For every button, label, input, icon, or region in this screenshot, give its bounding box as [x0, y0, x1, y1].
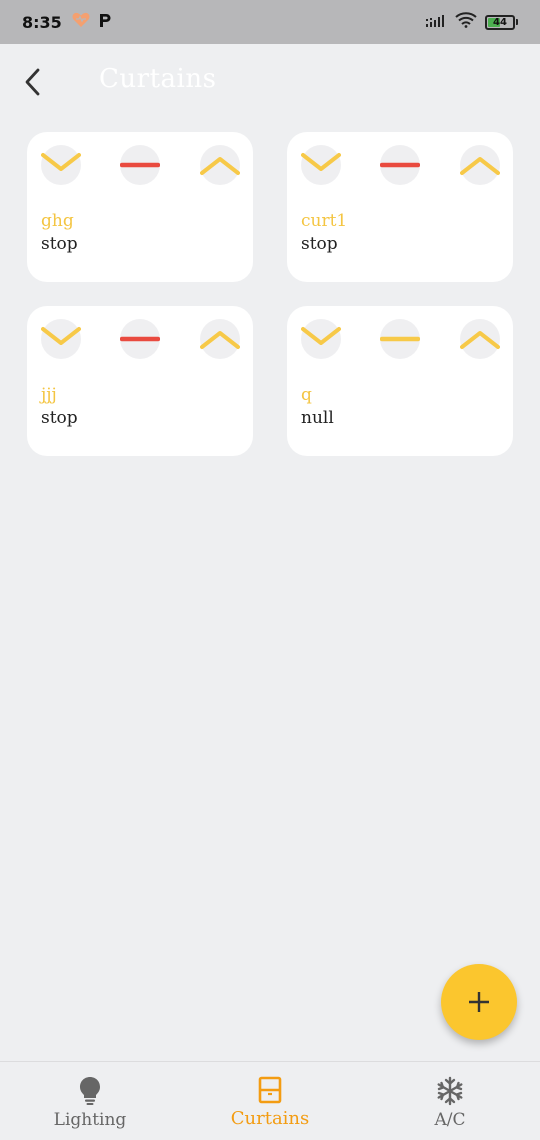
- nav-item-lighting[interactable]: Lighting: [0, 1062, 180, 1140]
- chevron-down-icon: [301, 327, 341, 345]
- curtain-name: ghg: [41, 211, 74, 231]
- page-title: Curtains: [99, 64, 217, 94]
- status-system-icons: 44: [425, 12, 518, 32]
- curtain-name: jjj: [41, 385, 57, 405]
- curtain-icon: [258, 1076, 282, 1108]
- curtain-stop-button[interactable]: [120, 319, 160, 359]
- curtain-up-button[interactable]: [200, 145, 240, 185]
- minus-icon: [120, 162, 160, 168]
- curtain-stop-button[interactable]: [380, 319, 420, 359]
- minus-icon: [380, 162, 420, 168]
- snowflake-icon: [435, 1076, 465, 1110]
- bulb-icon: [78, 1076, 102, 1110]
- curtain-down-button[interactable]: [301, 145, 341, 185]
- curtain-card: curt1 stop: [287, 132, 513, 282]
- chevron-down-icon: [41, 153, 81, 171]
- curtain-card: jjj stop: [27, 306, 253, 456]
- chevron-up-icon: [200, 331, 240, 349]
- chevron-up-icon: [460, 157, 500, 175]
- battery-icon: 44: [485, 14, 518, 30]
- status-bar: 8:35 44: [0, 0, 540, 44]
- plus-icon: [469, 992, 489, 1012]
- curtain-up-button[interactable]: [200, 319, 240, 359]
- minus-icon: [380, 336, 420, 342]
- back-arrow-icon: [25, 68, 40, 96]
- cellular-signal-icon: [425, 13, 447, 32]
- nav-item-curtains[interactable]: Curtains: [180, 1062, 360, 1140]
- status-time: 8:35: [22, 12, 62, 32]
- battery-level: 44: [493, 16, 507, 28]
- curtain-stop-button[interactable]: [120, 145, 160, 185]
- bottom-navigation: Lighting Curtains A/C: [0, 1061, 540, 1140]
- curtain-up-button[interactable]: [460, 319, 500, 359]
- nav-label-ac: A/C: [434, 1110, 466, 1130]
- wifi-icon: [455, 12, 477, 32]
- curtain-down-button[interactable]: [41, 319, 81, 359]
- app-bar: Curtains: [0, 44, 540, 120]
- curtain-card: q null: [287, 306, 513, 456]
- curtain-status: null: [301, 408, 334, 428]
- chevron-up-icon: [200, 157, 240, 175]
- status-notification-icons: [72, 12, 112, 32]
- parking-app-icon: [98, 12, 112, 32]
- nav-item-ac[interactable]: A/C: [360, 1062, 540, 1140]
- nav-label-curtains: Curtains: [230, 1108, 310, 1129]
- curtain-card: ghg stop: [27, 132, 253, 282]
- curtain-status: stop: [41, 408, 78, 428]
- back-button[interactable]: [14, 62, 50, 102]
- curtain-down-button[interactable]: [41, 145, 81, 185]
- chevron-down-icon: [41, 327, 81, 345]
- curtain-name: q: [301, 385, 312, 405]
- curtain-status: stop: [41, 234, 78, 254]
- minus-icon: [120, 336, 160, 342]
- curtain-status: stop: [301, 234, 338, 254]
- curtain-down-button[interactable]: [301, 319, 341, 359]
- chevron-up-icon: [460, 331, 500, 349]
- chevron-down-icon: [301, 153, 341, 171]
- nav-label-lighting: Lighting: [53, 1110, 127, 1130]
- curtain-name: curt1: [301, 211, 348, 231]
- curtain-stop-button[interactable]: [380, 145, 420, 185]
- add-curtain-button[interactable]: [441, 964, 517, 1040]
- heart-icon: [72, 12, 90, 32]
- curtain-up-button[interactable]: [460, 145, 500, 185]
